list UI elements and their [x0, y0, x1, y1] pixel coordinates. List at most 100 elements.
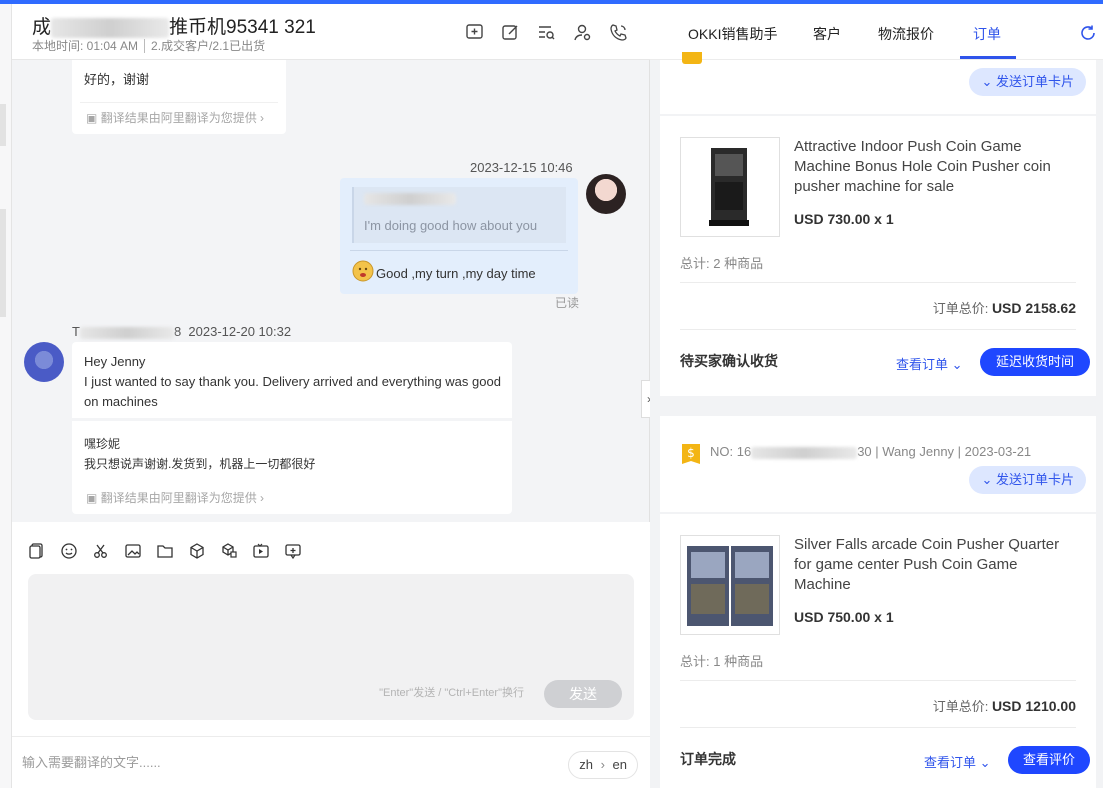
- divider: [72, 418, 512, 421]
- customer-stage: 2.成交客户/2.1已出货: [151, 39, 266, 53]
- send-order-card-button[interactable]: ⌄ 发送订单卡片: [969, 466, 1086, 494]
- translate-bar: 输入需要翻译的文字...... zh › en: [12, 736, 650, 788]
- sidebar-marker: [0, 209, 6, 317]
- redacted-quote-sender: [364, 193, 456, 205]
- translate-input[interactable]: 输入需要翻译的文字......: [22, 752, 161, 771]
- phone-call-icon[interactable]: [609, 23, 628, 42]
- message-line: I just wanted to say thank you. Delivery…: [84, 374, 501, 409]
- translation-note[interactable]: ▣ 翻译结果由阿里翻译为您提供 ›: [86, 488, 264, 508]
- message-timestamp: 2023-12-20 10:32: [188, 324, 292, 339]
- translation-note[interactable]: ▣ 翻译结果由阿里翻译为您提供 ›: [86, 108, 264, 128]
- send-shortcut-hint: "Enter"发送 / "Ctrl+Enter"换行: [379, 687, 524, 699]
- translate-icon: ▣: [86, 491, 98, 505]
- send-order-card-button[interactable]: ⌄ 发送订单卡片: [969, 68, 1086, 96]
- total-label: 订单总价:: [932, 301, 989, 316]
- tab-orders[interactable]: 订单: [973, 24, 1001, 44]
- scissors-icon[interactable]: [92, 542, 110, 560]
- translation-note-text: 翻译结果由阿里翻译为您提供: [100, 491, 257, 505]
- emoji-picker-icon[interactable]: [60, 542, 78, 560]
- active-tab-indicator: [960, 56, 1016, 59]
- incoming-message: Hey Jenny I just wanted to say thank you…: [72, 342, 512, 514]
- contact-avatar[interactable]: [24, 342, 64, 382]
- view-order-button[interactable]: 查看订单 ⌄: [896, 354, 963, 373]
- order-card: Attractive Indoor Push Coin Game Machine…: [660, 116, 1096, 396]
- sender-name-suffix: 8: [173, 324, 182, 339]
- item-count: 总计: 2 种商品: [680, 256, 764, 271]
- language-switch[interactable]: zh › en: [568, 751, 638, 779]
- total-value: USD 1210.00: [991, 698, 1076, 714]
- order-total: 订单总价: USD 1210.00: [933, 696, 1076, 715]
- translation-note-text: 翻译结果由阿里翻译为您提供: [100, 111, 257, 125]
- edit-icon[interactable]: [501, 23, 520, 42]
- folder-icon[interactable]: [156, 542, 174, 560]
- chat-header: 成 推币机95341 321 本地时间: 01:04 AM 2.成交客户/2.1已出…: [12, 4, 650, 60]
- translation-line: 我只想说声谢谢.发货到，机器上一切都很好: [84, 457, 316, 471]
- quoted-text: I'm doing good how about you: [364, 218, 538, 233]
- chevron-down-icon: ⌄: [981, 472, 993, 487]
- add-note-icon[interactable]: [465, 23, 484, 42]
- tab-logistics-quote[interactable]: 物流报价: [878, 24, 934, 44]
- send-button[interactable]: 发送: [544, 680, 622, 708]
- view-order-button[interactable]: 查看订单 ⌄: [924, 752, 991, 771]
- image-icon[interactable]: [124, 542, 142, 560]
- message-input[interactable]: "Enter"发送 / "Ctrl+Enter"换行 发送: [28, 574, 634, 720]
- sender-name-prefix: T: [72, 324, 80, 339]
- divider: [680, 282, 1076, 283]
- tab-customer[interactable]: 客户: [813, 24, 841, 44]
- source-language: zh: [579, 757, 593, 772]
- product-image[interactable]: [680, 535, 780, 635]
- sender-line: T 8 2023-12-20 10:32: [72, 324, 291, 339]
- tab-okki-assistant[interactable]: OKKI销售助手: [688, 24, 777, 44]
- redacted-name: [51, 17, 170, 38]
- product-share-icon[interactable]: [220, 542, 238, 560]
- chevron-down-icon: ⌄: [979, 755, 991, 770]
- side-tabs: OKKI销售助手 客户 物流报价 订单: [650, 4, 1103, 60]
- view-review-button[interactable]: 查看评价: [1008, 746, 1090, 774]
- product-name[interactable]: Silver Falls arcade Coin Pusher Quarter …: [794, 535, 1074, 595]
- view-order-label: 查看订单: [896, 357, 949, 372]
- order-no-suffix: 30: [857, 444, 872, 459]
- divider: [144, 39, 146, 53]
- search-history-icon[interactable]: [537, 23, 556, 42]
- translation-text: 嘿珍妮 我只想说声谢谢.发货到，机器上一切都很好: [84, 434, 315, 474]
- product-image[interactable]: [680, 137, 780, 237]
- message-text: Hey Jenny I just wanted to say thank you…: [84, 352, 504, 412]
- divider: [680, 727, 1076, 728]
- chevron-right-icon: ›: [260, 111, 265, 125]
- compose-area: "Enter"发送 / "Ctrl+Enter"换行 发送: [12, 564, 650, 736]
- item-count: 总计: 1 种商品: [680, 654, 764, 669]
- order-card-header: ⌄ 发送订单卡片: [660, 52, 1096, 114]
- translation-line: 嘿珍妮: [84, 437, 121, 451]
- message-text: 好的，谢谢: [84, 72, 150, 87]
- sidebar-marker: [0, 104, 6, 146]
- side-panel: OKKI销售助手 客户 物流报价 订单 ⌄ 发送订单卡片 Attractive …: [650, 4, 1103, 788]
- incoming-message: 好的，谢谢 ▣ 翻译结果由阿里翻译为您提供 ›: [72, 60, 286, 134]
- product-name[interactable]: Attractive Indoor Push Coin Game Machine…: [794, 137, 1074, 197]
- dollar-tag-icon: $: [680, 440, 702, 469]
- send-order-card-label: 发送订单卡片: [995, 74, 1074, 89]
- message-line: Hey Jenny: [84, 354, 146, 369]
- product-cube-icon[interactable]: [188, 542, 206, 560]
- divider: [350, 250, 568, 251]
- order-card-header: $ NO: 16 30 | Wang Jenny | 2023-03-21 ⌄ 发…: [660, 416, 1096, 512]
- contact-profile-icon[interactable]: [573, 23, 592, 42]
- chat-panel: 成 推币机95341 321 本地时间: 01:04 AM 2.成交客户/2.1已出…: [12, 4, 650, 788]
- product-price: USD 730.00 x 1: [794, 211, 894, 227]
- outgoing-message: I'm doing good how about you Good ,my tu…: [340, 178, 578, 294]
- extend-receipt-button[interactable]: 延迟收货时间: [980, 348, 1090, 376]
- chevron-right-icon: ›: [600, 757, 605, 772]
- redacted-order-number: [751, 446, 858, 459]
- quick-reply-icon[interactable]: [28, 542, 46, 560]
- message-list[interactable]: 好的，谢谢 ▣ 翻译结果由阿里翻译为您提供 › 2023-12-15 10:46…: [12, 60, 650, 522]
- chevron-down-icon: ⌄: [951, 357, 963, 372]
- message-text: Good ,my turn ,my day time: [376, 266, 536, 281]
- refresh-icon[interactable]: [1079, 24, 1097, 42]
- my-avatar[interactable]: [586, 174, 626, 214]
- view-order-label: 查看订单: [924, 755, 977, 770]
- toolbar-icons: [28, 542, 302, 560]
- video-icon[interactable]: [252, 542, 270, 560]
- screenshot-icon[interactable]: [284, 542, 302, 560]
- svg-text:$: $: [687, 446, 695, 460]
- redacted-sender: [79, 326, 174, 339]
- chevron-right-icon: ›: [260, 491, 265, 505]
